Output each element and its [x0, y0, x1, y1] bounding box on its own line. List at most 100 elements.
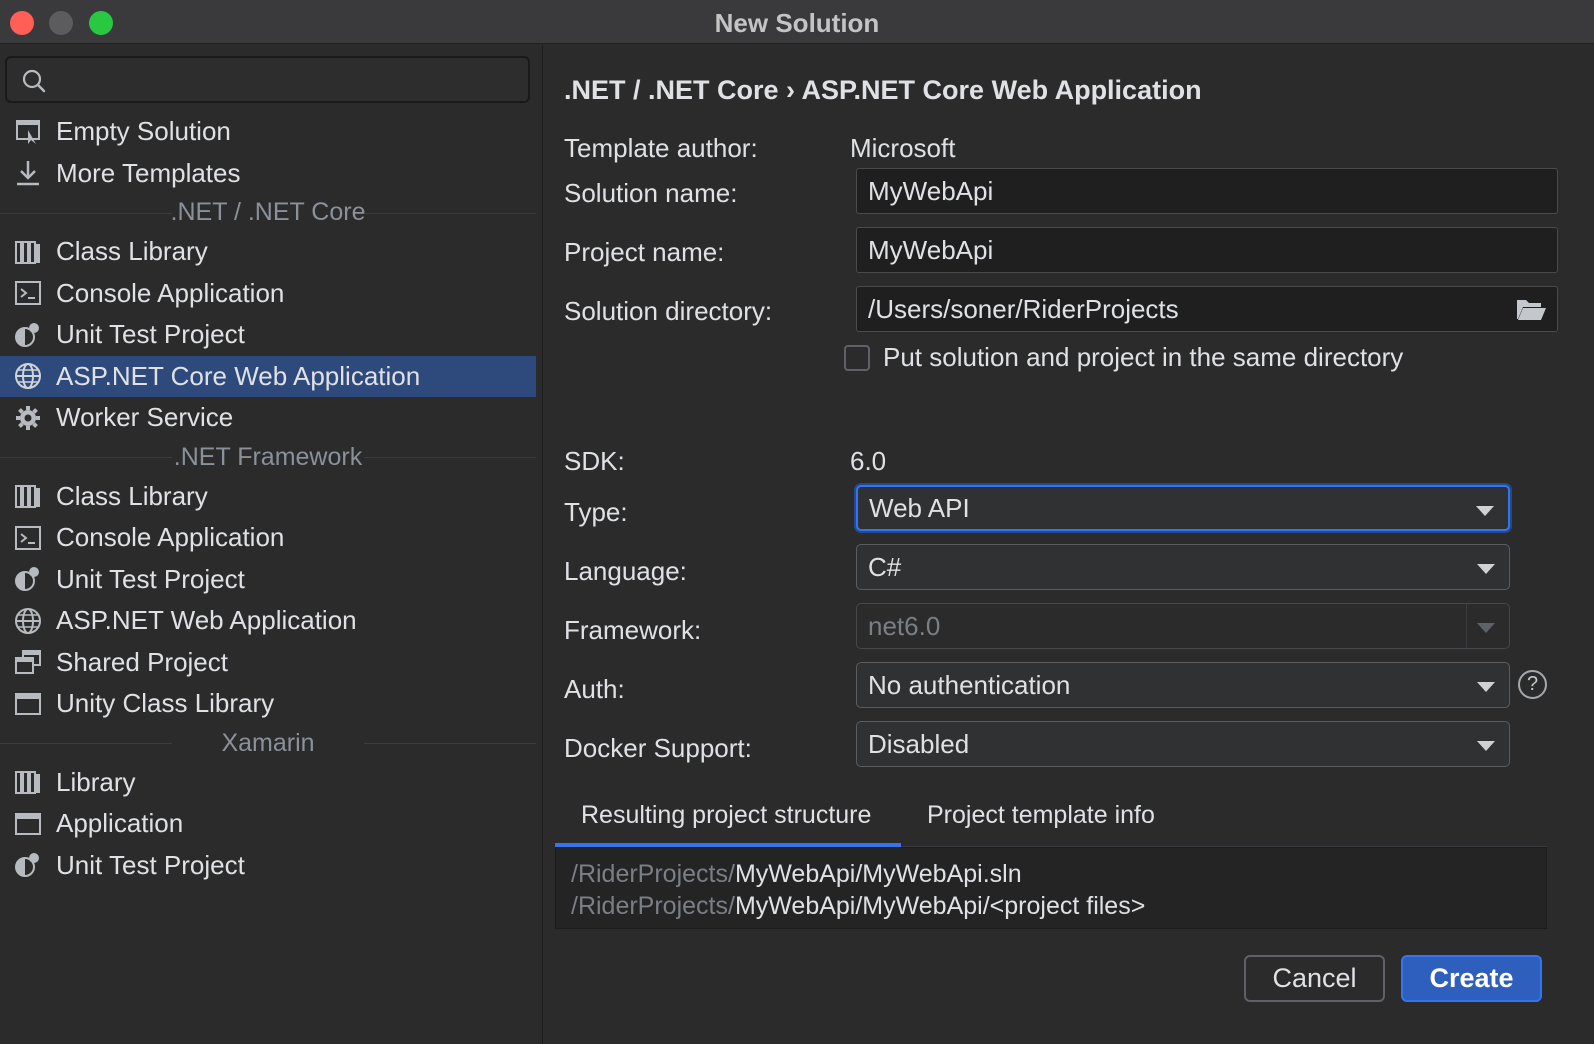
docker-support-dropdown[interactable]: Disabled: [856, 721, 1510, 767]
sidebar-item-aspnet-web-application[interactable]: ASP.NET Web Application: [0, 600, 536, 642]
structure-path: MyWebApi/MyWebApi/<project files>: [734, 892, 1146, 920]
group-header-dotnet-core: .NET / .NET Core: [0, 194, 536, 231]
solution-name-value: MyWebApi: [868, 175, 994, 206]
sidebar-item-label: Library: [56, 766, 136, 797]
structure-line: /RiderProjects/MyWebApi/MyWebApi/<projec…: [571, 890, 1531, 922]
solution-directory-label: Solution directory:: [564, 296, 773, 326]
project-name-field[interactable]: MyWebApi: [856, 227, 1558, 273]
same-directory-checkbox[interactable]: [844, 345, 870, 371]
title-bar: New Solution: [0, 0, 1594, 44]
language-label: Language:: [564, 556, 687, 586]
same-directory-label[interactable]: Put solution and project in the same dir…: [883, 342, 1403, 373]
sidebar-item-aspnet-core-web-application[interactable]: ASP.NET Core Web Application: [0, 355, 536, 397]
group-header-xamarin: Xamarin: [0, 725, 536, 762]
type-dropdown[interactable]: Web API: [856, 485, 1510, 531]
framework-value: net6.0: [868, 610, 941, 641]
framework-dropdown: net6.0: [856, 603, 1510, 649]
sidebar-item-more-templates[interactable]: More Templates: [0, 153, 536, 195]
sidebar-item-application[interactable]: Application: [0, 803, 536, 845]
search-icon: [22, 69, 46, 93]
solution-directory-value: /Users/soner/RiderProjects: [868, 293, 1179, 324]
structure-path-prefix: /RiderProjects/: [571, 860, 735, 888]
template-sidebar: Empty Solution More Templates .NET / .NE…: [0, 45, 543, 1044]
sidebar-item-unity-class-library[interactable]: Unity Class Library: [0, 683, 536, 725]
empty-solution-icon: [14, 118, 42, 146]
breadcrumb: .NET / .NET Core › ASP.NET Core Web Appl…: [564, 75, 1202, 105]
structure-path-prefix: /RiderProjects/: [571, 892, 735, 920]
sidebar-item-shared-project[interactable]: Shared Project: [0, 642, 536, 684]
window-title: New Solution: [714, 8, 880, 38]
sidebar-item-label: Unity Class Library: [56, 688, 275, 719]
solution-name-field[interactable]: MyWebApi: [856, 168, 1558, 214]
sdk-label: SDK:: [564, 446, 625, 476]
solution-directory-field[interactable]: /Users/soner/RiderProjects: [856, 286, 1558, 332]
cancel-button[interactable]: Cancel: [1244, 955, 1385, 1002]
sidebar-item-unit-test-project[interactable]: Unit Test Project: [0, 845, 536, 887]
sidebar-item-library[interactable]: Library: [0, 762, 536, 804]
tab-resulting-project-structure[interactable]: Resulting project structure: [581, 801, 871, 830]
project-name-label: Project name:: [564, 237, 725, 267]
tab-project-template-info[interactable]: Project template info: [927, 801, 1155, 830]
unit-test-icon: [14, 321, 42, 349]
folder-open-icon[interactable]: [1515, 296, 1547, 329]
solution-name-label: Solution name:: [564, 178, 738, 208]
chevron-down-icon: [1477, 741, 1495, 751]
group-header-dotnet-framework: .NET Framework: [0, 439, 536, 476]
sidebar-item-label: ASP.NET Web Application: [56, 605, 357, 636]
docker-support-label: Docker Support:: [564, 733, 752, 763]
sidebar-item-unit-test-project[interactable]: Unit Test Project: [0, 559, 536, 601]
chevron-down-icon: [1476, 506, 1494, 516]
download-icon: [14, 159, 42, 187]
chevron-down-icon: [1477, 682, 1495, 692]
chevron-down-icon: [1477, 564, 1495, 574]
create-button[interactable]: Create: [1401, 955, 1542, 1002]
sidebar-item-label: ASP.NET Core Web Application: [56, 360, 421, 391]
structure-line: /RiderProjects/MyWebApi/MyWebApi.sln: [571, 858, 1531, 890]
structure-path: MyWebApi/MyWebApi.sln: [734, 860, 1022, 888]
library-icon: [14, 768, 42, 796]
sidebar-item-unit-test-project[interactable]: Unit Test Project: [0, 314, 536, 356]
auth-value: No authentication: [868, 669, 1071, 700]
sidebar-item-label: Console Application: [56, 522, 285, 553]
template-settings-panel: .NET / .NET Core › ASP.NET Core Web Appl…: [544, 45, 1594, 1044]
library-icon: [14, 238, 42, 266]
sidebar-item-class-library[interactable]: Class Library: [0, 231, 536, 273]
help-icon[interactable]: ?: [1518, 670, 1547, 699]
language-value: C#: [868, 551, 902, 582]
console-icon: [14, 279, 42, 307]
info-tabs: Resulting project structure Project temp…: [555, 795, 1547, 847]
globe-icon: [14, 362, 42, 390]
sidebar-item-label: Shared Project: [56, 646, 228, 677]
sidebar-item-label: Console Application: [56, 277, 285, 308]
language-dropdown[interactable]: C#: [856, 544, 1510, 590]
sidebar-item-label: Unit Test Project: [56, 319, 245, 350]
auth-dropdown[interactable]: No authentication: [856, 662, 1510, 708]
sidebar-item-class-library[interactable]: Class Library: [0, 476, 536, 518]
project-name-value: MyWebApi: [868, 234, 994, 265]
sidebar-item-label: Worker Service: [56, 402, 234, 433]
docker-support-value: Disabled: [868, 728, 970, 759]
chevron-down-icon: [1477, 623, 1495, 633]
sidebar-item-label: Class Library: [56, 480, 208, 511]
console-icon: [14, 524, 42, 552]
window-icon: [14, 690, 42, 718]
framework-label: Framework:: [564, 615, 702, 645]
sidebar-item-label: Class Library: [56, 236, 208, 267]
window-icon: [14, 810, 42, 838]
project-structure-preview: /RiderProjects/MyWebApi/MyWebApi.sln /Ri…: [555, 847, 1547, 929]
sidebar-item-label: More Templates: [56, 157, 241, 188]
sidebar-item-label: Application: [56, 808, 184, 839]
sidebar-item-label: Unit Test Project: [56, 849, 245, 880]
type-value: Web API: [869, 492, 970, 523]
sidebar-item-console-application[interactable]: Console Application: [0, 517, 536, 559]
search-input[interactable]: [5, 56, 530, 103]
shared-project-icon: [14, 648, 42, 676]
sidebar-item-label: Empty Solution: [56, 116, 231, 147]
sidebar-item-worker-service[interactable]: Worker Service: [0, 397, 536, 439]
type-label: Type:: [564, 497, 628, 527]
template-author-label: Template author:: [564, 133, 758, 163]
library-icon: [14, 482, 42, 510]
sidebar-item-console-application[interactable]: Console Application: [0, 273, 536, 315]
template-author-value: Microsoft: [850, 133, 956, 163]
sidebar-item-empty-solution[interactable]: Empty Solution: [0, 111, 536, 153]
